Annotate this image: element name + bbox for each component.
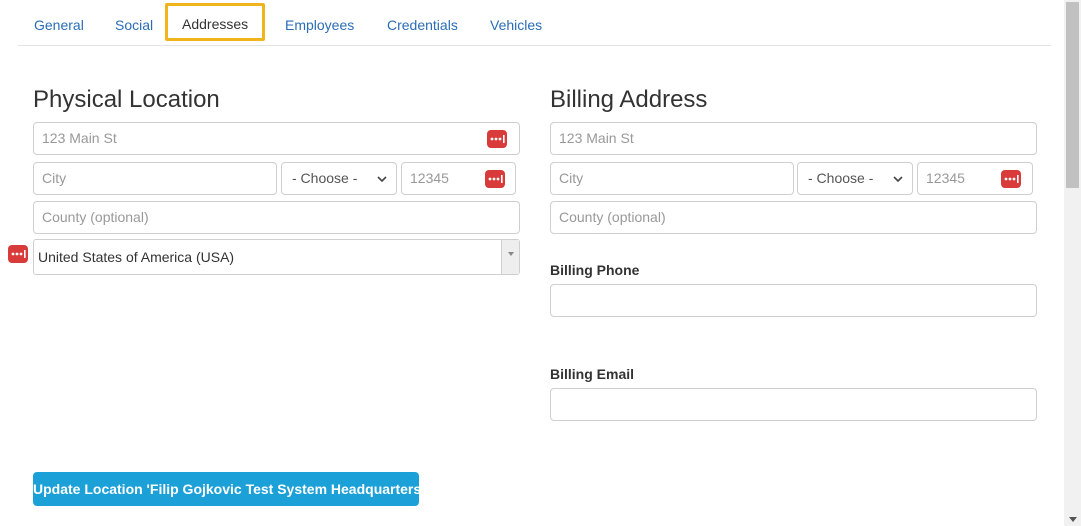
tab-bar: General Social Addresses Employees Crede…: [18, 0, 1051, 46]
tab-employees[interactable]: Employees: [285, 17, 354, 33]
password-manager-icon[interactable]: [487, 130, 507, 148]
physical-state-select[interactable]: - Choose -: [281, 162, 397, 195]
billing-county-input[interactable]: County (optional): [550, 201, 1037, 234]
physical-country-select[interactable]: United States of America (USA): [33, 239, 520, 275]
password-manager-icon[interactable]: [8, 245, 28, 263]
physical-county-placeholder: County (optional): [42, 209, 149, 225]
billing-address-title: Billing Address: [550, 86, 708, 113]
billing-street-input[interactable]: 123 Main St: [550, 122, 1037, 155]
physical-street-input[interactable]: 123 Main St: [33, 122, 520, 155]
tab-addresses[interactable]: Addresses: [165, 3, 266, 41]
billing-state-value: - Choose -: [808, 170, 874, 186]
billing-phone-input[interactable]: [550, 284, 1037, 317]
chevron-down-icon: [893, 176, 903, 183]
physical-zip-placeholder: 12345: [410, 170, 449, 186]
scrollbar[interactable]: [1064, 0, 1081, 526]
tab-general[interactable]: General: [34, 17, 84, 33]
physical-state-value: - Choose -: [292, 170, 358, 186]
password-manager-icon[interactable]: [1001, 170, 1021, 188]
tab-social[interactable]: Social: [115, 17, 153, 33]
billing-county-placeholder: County (optional): [559, 209, 666, 225]
billing-state-select[interactable]: - Choose -: [797, 162, 913, 195]
update-location-button[interactable]: Update Location 'Filip Gojkovic Test Sys…: [33, 472, 425, 506]
physical-location-title: Physical Location: [33, 86, 220, 113]
physical-county-input[interactable]: County (optional): [33, 201, 520, 234]
physical-city-input[interactable]: City: [33, 162, 277, 195]
billing-phone-label: Billing Phone: [550, 262, 640, 278]
billing-city-input[interactable]: City: [550, 162, 794, 195]
physical-country-value: United States of America (USA): [38, 249, 235, 265]
billing-city-placeholder: City: [559, 170, 584, 186]
scroll-down-arrow-icon[interactable]: [1069, 517, 1077, 522]
billing-street-placeholder: 123 Main St: [559, 130, 634, 146]
billing-email-input[interactable]: [550, 388, 1037, 421]
password-manager-icon[interactable]: [485, 170, 505, 188]
billing-zip-placeholder: 12345: [926, 170, 965, 186]
tab-vehicles[interactable]: Vehicles: [490, 17, 542, 33]
physical-street-placeholder: 123 Main St: [42, 130, 117, 146]
scrollbar-thumb[interactable]: [1066, 2, 1079, 188]
dropdown-arrow-icon: [501, 240, 519, 274]
physical-city-placeholder: City: [42, 170, 67, 186]
billing-email-label: Billing Email: [550, 366, 635, 382]
chevron-down-icon: [377, 176, 387, 183]
tab-credentials[interactable]: Credentials: [387, 17, 458, 33]
